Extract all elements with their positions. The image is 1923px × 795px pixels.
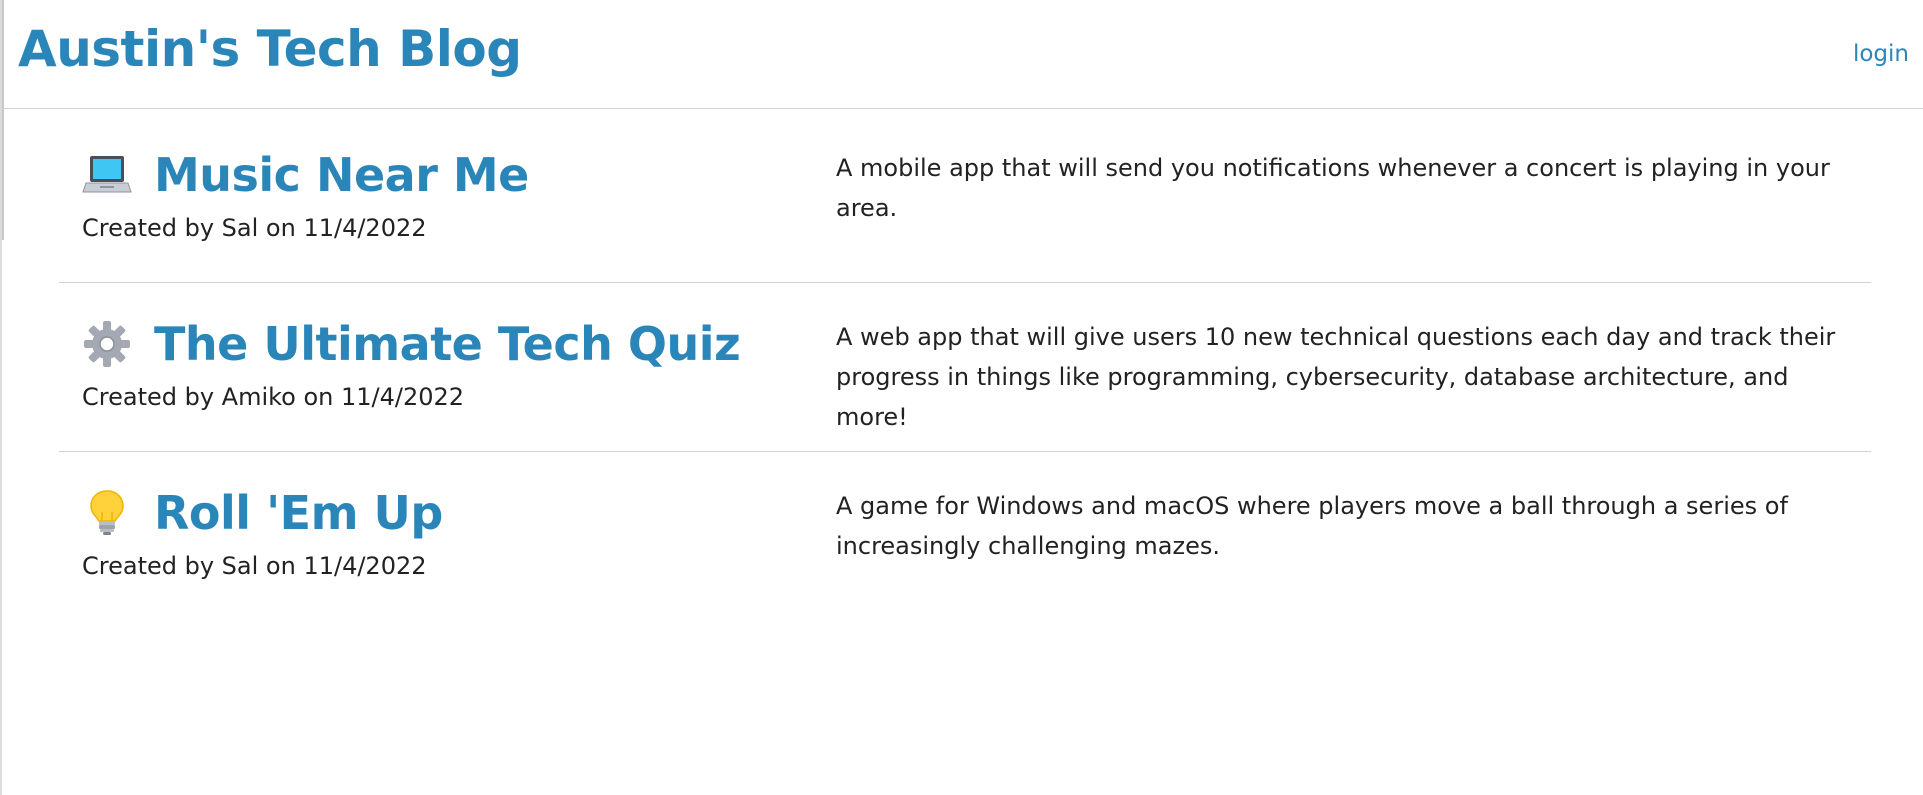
post-description: A web app that will give users 10 new te… (836, 323, 1836, 431)
post-meta: Created by Amiko on 11/4/2022 (82, 383, 465, 411)
post-summary: Music Near Me Created by Sal on 11/4/202… (82, 144, 802, 244)
post-description: A game for Windows and macOS where playe… (836, 492, 1788, 560)
post-description: A mobile app that will send you notifica… (836, 154, 1830, 222)
post-summary: The Ultimate Tech Quiz Created by Amiko … (82, 313, 802, 413)
laptop-icon (82, 150, 132, 200)
gear-icon (82, 319, 132, 369)
post-item: Music Near Me Created by Sal on 11/4/202… (59, 114, 1871, 283)
post-heading: Roll 'Em Up (82, 482, 802, 544)
site-title[interactable]: Austin's Tech Blog (18, 14, 522, 84)
login-link[interactable]: login (1853, 38, 1909, 70)
post-meta: Created by Sal on 11/4/2022 (82, 552, 427, 580)
post-heading: Music Near Me (82, 144, 802, 206)
post-meta: Created by Sal on 11/4/2022 (82, 214, 427, 242)
post-item: Roll 'Em Up Created by Sal on 11/4/2022 … (59, 452, 1871, 621)
post-item: The Ultimate Tech Quiz Created by Amiko … (59, 283, 1871, 452)
post-list: Music Near Me Created by Sal on 11/4/202… (59, 114, 1871, 621)
post-heading: The Ultimate Tech Quiz (82, 313, 802, 375)
post-title[interactable]: Roll 'Em Up (154, 483, 443, 543)
post-title[interactable]: The Ultimate Tech Quiz (154, 314, 741, 374)
site-header: Austin's Tech Blog login (2, 0, 1923, 109)
post-summary: Roll 'Em Up Created by Sal on 11/4/2022 (82, 482, 802, 582)
light-bulb-icon (82, 488, 132, 538)
page: Austin's Tech Blog login Music Near Me C… (0, 0, 1923, 795)
post-title[interactable]: Music Near Me (154, 145, 529, 205)
